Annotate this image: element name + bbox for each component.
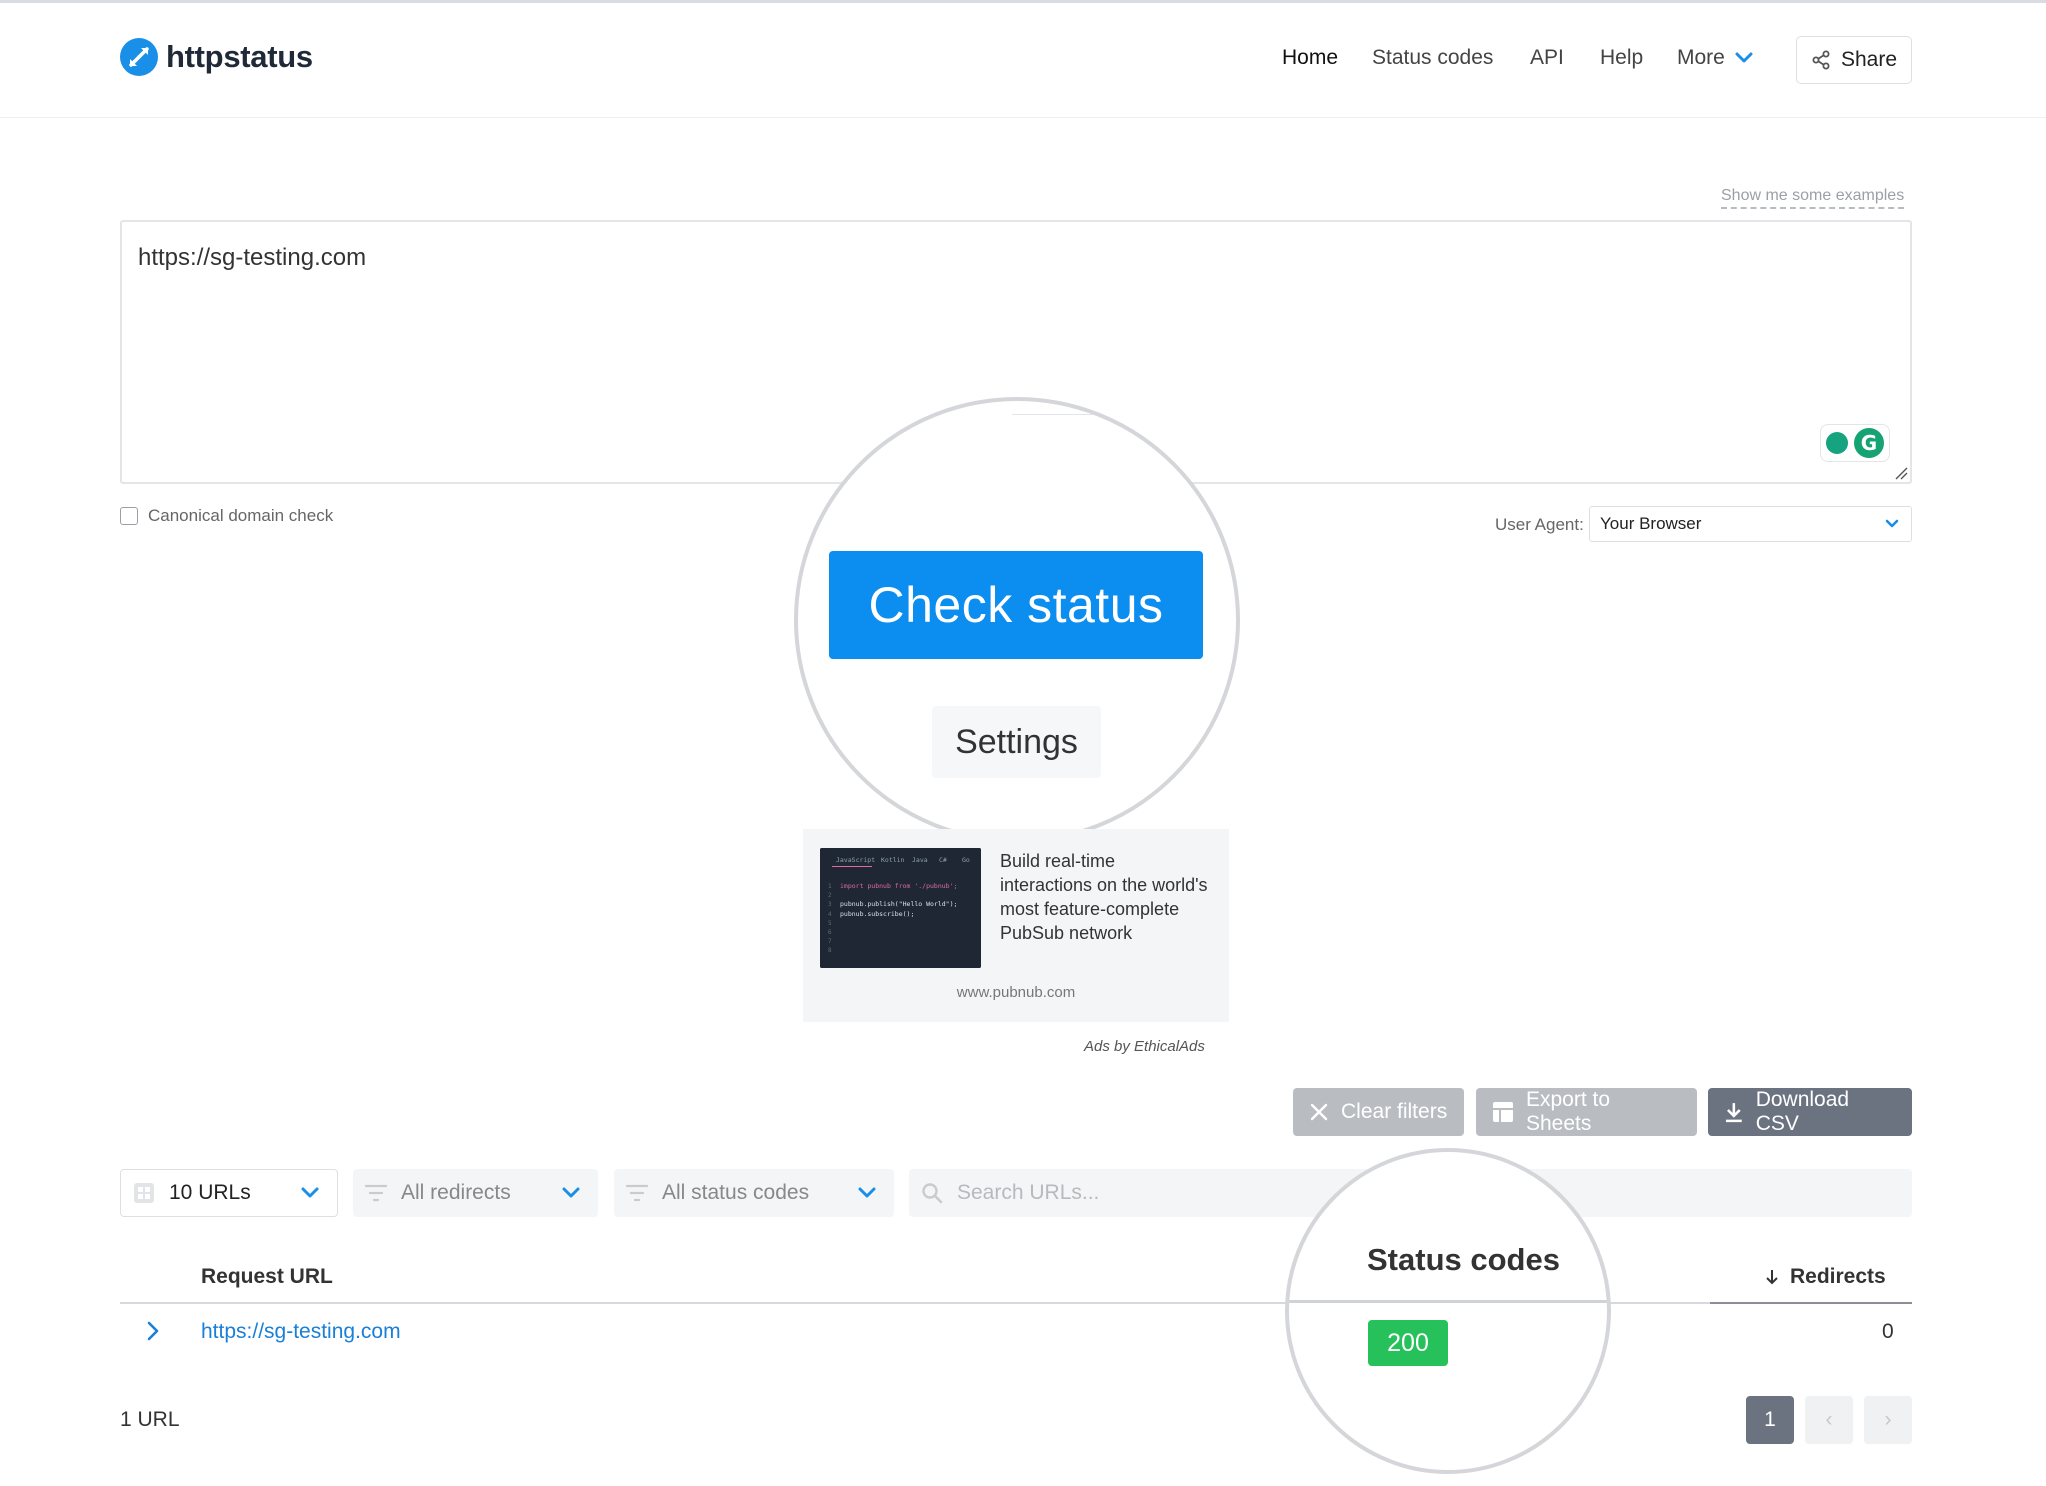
nav-status-codes[interactable]: Status codes [1372,46,1493,70]
nav-api[interactable]: API [1530,46,1564,70]
logo-icon [120,38,158,76]
sorted-column-indicator [1710,1302,1912,1304]
search-urls-placeholder: Search URLs... [957,1181,1100,1204]
svg-text:4: 4 [828,911,832,918]
brand-name: httpstatus [166,39,313,74]
table-row-url-link[interactable]: https://sg-testing.com [201,1320,401,1344]
clear-filters-label: Clear filters [1341,1100,1448,1123]
divider [1012,414,1172,415]
resize-handle-icon[interactable] [1894,466,1908,480]
ad-card[interactable]: JavaScript Kotlin Java C# Go import pubn… [803,829,1229,1022]
settings-button[interactable]: Settings [932,706,1101,778]
svg-text:7: 7 [828,938,832,945]
user-agent-label: User Agent: [1495,515,1584,534]
lightbulb-icon [1826,432,1848,454]
grammarly-icon: G [1854,428,1884,458]
urls-per-page-value: 10 URLs [169,1181,251,1204]
ad-image: JavaScript Kotlin Java C# Go import pubn… [820,848,981,968]
sheets-icon [1492,1102,1513,1122]
filter-icon [626,1184,648,1202]
chevron-down-icon [562,1187,580,1198]
share-button[interactable]: Share [1796,36,1912,84]
show-examples-link[interactable]: Show me some examples [1721,187,1905,209]
code-line: pubnub.publish("Hello World"); [840,900,957,908]
code-tab: Kotlin [881,856,905,864]
svg-text:1: 1 [828,883,832,890]
svg-text:2: 2 [828,892,832,899]
canonical-checkbox[interactable] [120,507,138,525]
download-csv-button[interactable]: Download CSV [1708,1088,1912,1136]
chevron-down-icon [858,1187,876,1198]
svg-text:8: 8 [828,947,832,954]
download-csv-label: Download CSV [1755,1088,1850,1135]
table-header-divider [1289,1300,1607,1303]
redirects-header-label: Redirects [1790,1265,1886,1288]
nav-home[interactable]: Home [1282,46,1338,70]
chevron-down-icon [1735,52,1753,63]
check-status-button[interactable]: Check status [829,551,1203,659]
code-line: pubnub.subscribe(); [840,910,914,918]
grid-icon [134,1183,154,1203]
code-tab: C# [939,856,947,864]
canonical-label: Canonical domain check [148,506,334,525]
nav-more-label: More [1677,46,1725,69]
close-icon [1310,1103,1328,1121]
nav-more[interactable]: More [1677,46,1753,70]
status-codes-filter[interactable]: All status codes [614,1169,894,1217]
code-tab: JavaScript [836,856,875,864]
urls-per-page-select[interactable]: 10 URLs [120,1169,338,1217]
magnifier-actions: Check status Settings [794,397,1240,843]
filter-icon [365,1184,387,1202]
url-textarea-value: https://sg-testing.com [138,244,367,271]
share-label: Share [1840,48,1898,71]
magnifier-status-codes: Status codes 200 [1285,1148,1611,1474]
code-tab: Go [962,856,970,864]
sort-arrow-down-icon [1766,1270,1778,1285]
redirects-filter[interactable]: All redirects [353,1169,598,1217]
export-sheets-label: Export to Sheets [1525,1088,1611,1135]
chevron-down-icon [1885,519,1899,528]
svg-text:6: 6 [828,929,832,936]
pagination-next-button[interactable]: › [1864,1396,1912,1444]
status-badge: 200 [1368,1320,1448,1366]
code-line: import pubnub from './pubnub'; [840,882,957,890]
nav-help[interactable]: Help [1600,46,1643,70]
search-icon [922,1183,943,1204]
clear-filters-button[interactable]: Clear filters [1293,1088,1464,1136]
download-icon [1725,1103,1742,1123]
ads-attribution[interactable]: Ads by EthicalAds [1084,1038,1205,1055]
chevron-down-icon [301,1187,319,1198]
table-header-divider [120,1302,1912,1304]
column-header-redirects[interactable]: Redirects [1764,1265,1886,1289]
canonical-check[interactable]: Canonical domain check [120,506,333,526]
table-row-redirects: 0 [1882,1320,1894,1343]
user-agent-select[interactable]: Your Browser [1589,506,1912,542]
url-count: 1 URL [120,1408,180,1431]
ad-domain: www.pubnub.com [956,984,1076,1001]
column-header-status-codes[interactable]: Status codes [1367,1242,1560,1278]
expand-row-chevron-icon[interactable] [142,1318,164,1344]
grammarly-widget[interactable]: G [1820,424,1890,462]
svg-text:5: 5 [828,920,832,927]
svg-text:3: 3 [828,901,832,908]
ad-text: Build real-time interactions on the worl… [1000,851,1208,943]
pagination-prev-button[interactable]: ‹ [1805,1396,1853,1444]
export-sheets-button[interactable]: Export to Sheets [1476,1088,1697,1136]
redirects-filter-value: All redirects [401,1181,511,1204]
code-tab: Java [912,856,928,864]
user-agent-value: Your Browser [1600,514,1702,533]
share-icon [1812,50,1830,70]
status-codes-filter-value: All status codes [662,1181,810,1204]
column-header-request-url[interactable]: Request URL [201,1265,333,1289]
brand-logo[interactable]: httpstatus [120,38,313,76]
pagination-page-1[interactable]: 1 [1746,1396,1794,1444]
